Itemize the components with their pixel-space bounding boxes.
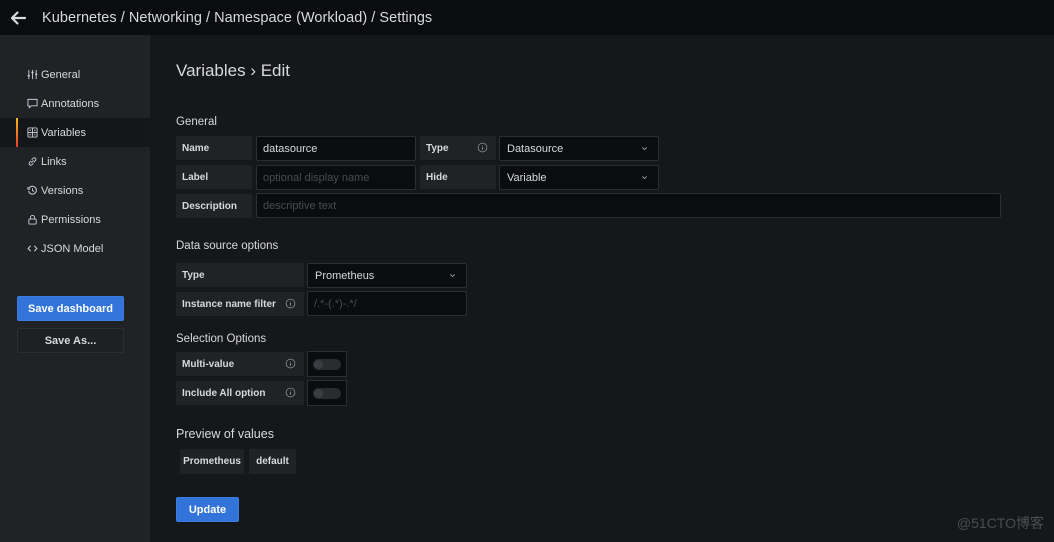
history-icon <box>26 185 38 197</box>
description-input[interactable]: descriptive text <box>256 193 1001 218</box>
update-button[interactable]: Update <box>176 497 239 522</box>
comment-icon <box>26 98 38 110</box>
sidebar-item-label: Links <box>41 155 67 168</box>
settings-nav: General Annotations Variables Links Vers… <box>0 60 150 263</box>
selection-options-title: Selection Options <box>176 333 267 345</box>
watermark: @51CTO博客 <box>956 515 1044 531</box>
datasource-type-select[interactable]: Prometheus <box>307 263 467 288</box>
page-title: Variables › Edit <box>176 61 291 80</box>
name-input[interactable]: datasource <box>256 136 416 161</box>
sidebar-item-versions[interactable]: Versions <box>0 176 150 205</box>
type-select[interactable]: Datasource <box>499 136 659 161</box>
toggle-track <box>313 359 341 370</box>
general-section-title: General <box>176 116 217 128</box>
toggle-track <box>313 388 341 399</box>
include-all-toggle[interactable] <box>307 380 347 406</box>
sidebar-item-label: Permissions <box>41 213 101 226</box>
sidebar-item-permissions[interactable]: Permissions <box>0 205 150 234</box>
sliders-icon <box>26 69 38 81</box>
toggle-knob <box>314 389 323 398</box>
multi-value-label: Multi-value <box>176 352 304 376</box>
hide-label: Hide <box>420 165 496 189</box>
chevron-down-icon <box>642 176 647 180</box>
datasource-options-title: Data source options <box>176 240 279 252</box>
datasource-type-label: Type <box>176 263 304 287</box>
save-as-button[interactable]: Save As... <box>17 328 124 353</box>
info-circle-icon[interactable] <box>285 298 296 309</box>
hide-select-value: Variable <box>507 171 547 184</box>
include-all-label-text: Include All option <box>182 387 266 399</box>
toggle-knob <box>314 360 323 369</box>
info-circle-icon[interactable] <box>285 358 296 369</box>
chevron-down-icon <box>642 147 647 151</box>
hide-select[interactable]: Variable <box>499 165 659 190</box>
type-label: Type <box>420 136 496 160</box>
settings-sidebar: General Annotations Variables Links Vers… <box>0 35 150 542</box>
sidebar-item-variables[interactable]: Variables <box>0 118 150 147</box>
breadcrumb: Kubernetes / Networking / Namespace (Wor… <box>42 9 433 26</box>
preview-title: Preview of values <box>176 427 274 441</box>
label-input[interactable]: optional display name <box>256 165 416 190</box>
type-select-value: Datasource <box>507 142 564 155</box>
sidebar-item-general[interactable]: General <box>0 60 150 89</box>
arrow-left-icon <box>10 10 27 25</box>
preview-value-tag: default <box>249 449 296 474</box>
instance-filter-input[interactable]: /.*-(.*)-.*/ <box>307 291 467 316</box>
sidebar-item-label: JSON Model <box>41 242 104 255</box>
include-all-label: Include All option <box>176 381 304 405</box>
label-label: Label <box>176 165 252 189</box>
type-label-text: Type <box>426 142 449 154</box>
sidebar-item-label: Variables <box>41 126 87 139</box>
multi-value-toggle[interactable] <box>307 351 347 377</box>
link-icon <box>26 156 38 168</box>
instance-filter-label: Instance name filter <box>176 292 304 316</box>
sidebar-item-annotations[interactable]: Annotations <box>0 89 150 118</box>
description-label: Description <box>176 194 252 218</box>
sidebar-item-label: Annotations <box>41 97 100 110</box>
lock-icon <box>26 214 38 226</box>
calculator-icon <box>26 127 38 139</box>
sidebar-item-links[interactable]: Links <box>0 147 150 176</box>
back-button[interactable] <box>0 0 36 35</box>
sidebar-item-label: General <box>41 68 81 81</box>
preview-value-tag: Prometheus <box>180 449 244 474</box>
name-label: Name <box>176 136 252 160</box>
chevron-down-icon <box>450 274 455 278</box>
instance-filter-label-text: Instance name filter <box>182 298 276 310</box>
top-bar: Kubernetes / Networking / Namespace (Wor… <box>0 0 1054 35</box>
info-circle-icon[interactable] <box>285 387 296 398</box>
sidebar-item-label: Versions <box>41 184 84 197</box>
info-circle-icon[interactable] <box>477 142 488 153</box>
multi-value-label-text: Multi-value <box>182 358 235 370</box>
variable-edit-panel: Variables › Edit General Name datasource… <box>150 35 1054 542</box>
sidebar-item-json-model[interactable]: JSON Model <box>0 234 150 263</box>
save-dashboard-button[interactable]: Save dashboard <box>17 296 124 321</box>
code-icon <box>26 243 38 255</box>
datasource-type-value: Prometheus <box>315 269 375 282</box>
